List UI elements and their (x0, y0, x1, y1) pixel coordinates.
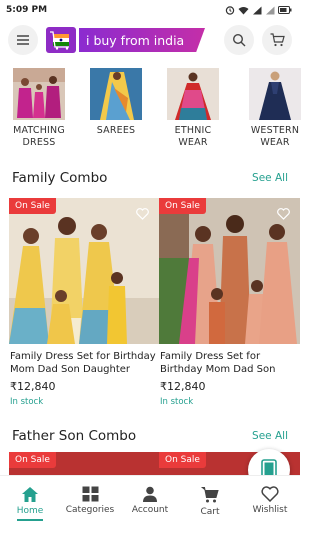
nav-label: Home (16, 506, 44, 516)
nav-wishlist[interactable]: Wishlist (240, 476, 300, 533)
category-label: WESTERN WEAR (250, 125, 300, 148)
ethnic-wear-image (167, 68, 219, 120)
nav-label: Categories (65, 505, 115, 515)
alarm-icon (225, 6, 235, 15)
app-header: i buy from india (0, 20, 300, 60)
active-indicator (17, 519, 43, 521)
product-title-line: Family Dress Set for Birthday Mom Dad So… (10, 351, 156, 375)
product-card[interactable]: On Sale Family Dress Set for Birthday Mo… (9, 198, 159, 407)
brand-logo-link[interactable]: i buy from india (46, 27, 205, 53)
category-label: MATCHING DRESS (13, 125, 65, 148)
category-label: ETHNIC WEAR (174, 125, 212, 148)
person-icon (143, 486, 157, 502)
product-image: On Sale (159, 198, 300, 344)
father-son-combo-header: Father Son Combo See All (12, 428, 288, 444)
product-card[interactable]: On Sale Family Dress Set for Birthday Mo… (159, 198, 300, 407)
category-western-wear[interactable]: WESTERN WEAR (244, 68, 306, 149)
cart-icon (270, 33, 285, 47)
wifi-icon (238, 6, 249, 14)
see-all-link[interactable]: See All (252, 430, 288, 442)
matching-dress-image (13, 68, 65, 120)
battery-icon (278, 6, 292, 14)
category-sarees[interactable]: SAREES (90, 68, 142, 137)
sarees-image (90, 68, 142, 120)
search-icon (232, 33, 246, 47)
status-icons (225, 5, 292, 15)
category-ethnic-wear[interactable]: ETHNIC WEAR (167, 68, 219, 149)
category-matching-dress[interactable]: MATCHING DRESS (11, 68, 67, 149)
india-cart-logo (46, 27, 76, 53)
heart-outline-icon[interactable] (277, 208, 290, 220)
nav-categories[interactable]: Categories (60, 476, 120, 533)
heart-outline-icon[interactable] (136, 208, 149, 220)
nav-label: Account (131, 505, 169, 515)
sale-badge: On Sale (9, 198, 56, 214)
product-price: ₹12,840 (10, 380, 56, 393)
section-title: Father Son Combo (12, 428, 137, 444)
cart-icon (201, 487, 219, 503)
bottom-navigation: Home Categories Account Cart Wishlist (0, 475, 300, 533)
product-price: ₹12,840 (160, 380, 206, 393)
status-bar: 5:09 PM (0, 0, 300, 20)
western-wear-image (249, 68, 301, 120)
grid-icon (82, 486, 98, 502)
stock-status: In stock (10, 397, 44, 407)
family-combo-header: Family Combo See All (12, 170, 288, 186)
home-icon (22, 487, 38, 502)
stock-status: In stock (160, 397, 194, 407)
product-image: On Sale (9, 198, 159, 344)
nav-label: Cart (200, 507, 220, 517)
header-cart-button[interactable] (262, 25, 292, 55)
sale-badge: On Sale (159, 452, 206, 468)
heart-icon (261, 486, 279, 502)
nav-cart[interactable]: Cart (180, 476, 240, 533)
hamburger-icon (17, 35, 29, 45)
nav-label: Wishlist (252, 505, 288, 515)
category-label: SAREES (96, 125, 136, 136)
search-button[interactable] (224, 25, 254, 55)
section-title: Family Combo (12, 170, 108, 186)
sale-badge: On Sale (9, 452, 56, 468)
see-all-link[interactable]: See All (252, 172, 288, 184)
category-row: MATCHING DRESS SAREES ETHNIC WEAR WESTER… (0, 68, 301, 154)
menu-button[interactable] (8, 25, 38, 55)
brand-name: i buy from india (79, 28, 205, 52)
sale-badge: On Sale (159, 198, 206, 214)
product-title-line: Family Dress Set for Birthday Mom Dad So… (160, 351, 276, 375)
nav-account[interactable]: Account (120, 476, 180, 533)
signal-icon (253, 6, 262, 14)
status-time: 5:09 PM (6, 5, 48, 15)
signal-2-icon (266, 6, 275, 14)
nav-home[interactable]: Home (0, 476, 60, 533)
